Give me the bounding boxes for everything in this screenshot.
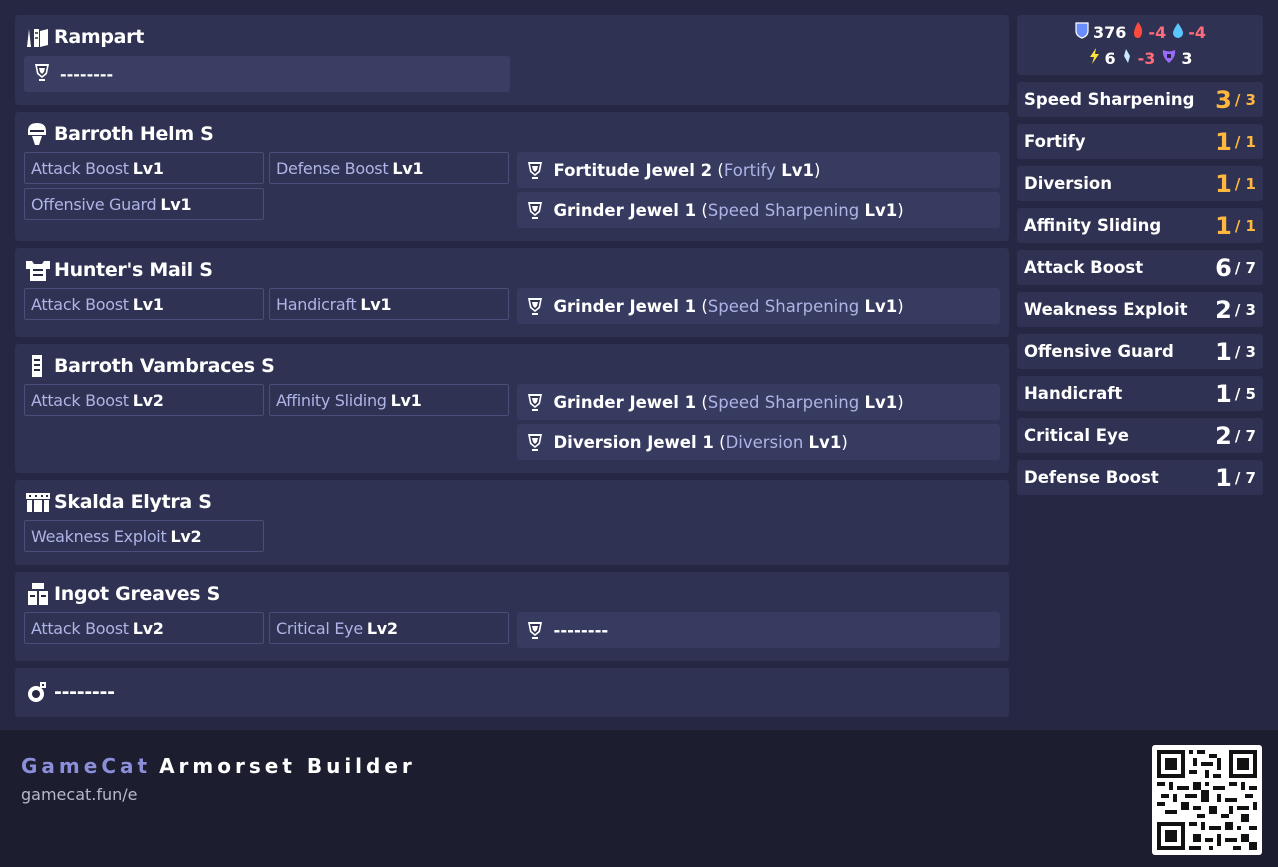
summary-panel: 376 -4 -4 6 -3 3 Speed Sharpening 3/ 3 Fo… — [1017, 15, 1263, 495]
skill-chip: Attack Boost Lv1 — [24, 288, 264, 320]
decoration-slot[interactable]: Grinder Jewel 1 (Speed Sharpening Lv1) — [517, 192, 1000, 228]
equipment-name: Ingot Greaves S — [54, 583, 220, 605]
water-value: -4 — [1188, 22, 1206, 42]
fire-value: -4 — [1148, 22, 1167, 42]
skill-chip: Attack Boost Lv2 — [24, 384, 264, 416]
skill-total-row[interactable]: Fortify 1/ 1 — [1017, 124, 1263, 159]
site-url[interactable]: gamecat.fun/e — [21, 785, 138, 804]
thunder-value: 6 — [1104, 48, 1116, 68]
decoration-slot[interactable]: Fortitude Jewel 2 (Fortify Lv1) — [517, 152, 1000, 188]
skill-total-row[interactable]: Handicraft 1/ 5 — [1017, 376, 1263, 411]
brand-title: GameCat Armorset Builder — [21, 754, 416, 778]
equipment-list: Rampart -------- Barroth Helm S Attack B… — [15, 15, 1009, 724]
empty-slot-label: -------- — [60, 64, 114, 84]
equipment-card-charm[interactable]: -------- — [15, 668, 1009, 717]
charm-icon — [24, 679, 54, 705]
empty-slot-label: -------- — [553, 620, 609, 640]
equipment-card-legs[interactable]: Ingot Greaves S Attack Boost Lv2 Critical… — [15, 572, 1009, 661]
jewel-icon — [523, 158, 547, 182]
fire-icon — [1131, 21, 1145, 43]
skill-chip: Defense Boost Lv1 — [269, 152, 509, 184]
equipment-name: Hunter's Mail S — [54, 259, 213, 281]
jewel-icon — [523, 294, 547, 318]
skill-total-row[interactable]: Affinity Sliding 1/ 1 — [1017, 208, 1263, 243]
equipment-name: -------- — [54, 681, 115, 703]
jewel-icon — [523, 390, 547, 414]
skill-chip: Attack Boost Lv1 — [24, 152, 264, 184]
skill-chip: Attack Boost Lv2 — [24, 612, 264, 644]
skill-totals: Speed Sharpening 3/ 3 Fortify 1/ 1 Diversi… — [1017, 82, 1263, 495]
defense-value: 376 — [1093, 22, 1127, 42]
stats-box: 376 -4 -4 6 -3 3 — [1017, 15, 1263, 75]
weapon-icon — [24, 24, 54, 50]
skill-chip: Offensive Guard Lv1 — [24, 188, 264, 220]
equipment-name: Barroth Helm S — [54, 123, 214, 145]
skill-chip: Critical Eye Lv2 — [269, 612, 509, 644]
skill-total-row[interactable]: Diversion 1/ 1 — [1017, 166, 1263, 201]
decoration-slot[interactable]: Grinder Jewel 1 (Speed Sharpening Lv1) — [517, 288, 1000, 324]
skill-chip: Weakness Exploit Lv2 — [24, 520, 264, 552]
equipment-card-chest[interactable]: Hunter's Mail S Attack Boost Lv1 Handicra… — [15, 248, 1009, 337]
footer: GameCat Armorset Builder gamecat.fun/e — [0, 730, 1278, 867]
equipment-card-waist[interactable]: Skalda Elytra S Weakness Exploit Lv2 — [15, 480, 1009, 565]
skill-chip: Affinity Sliding Lv1 — [269, 384, 509, 416]
jewel-icon — [523, 618, 547, 642]
decoration-slot[interactable]: -------- — [517, 612, 1000, 648]
arms-icon — [24, 353, 54, 379]
equipment-name: Skalda Elytra S — [54, 491, 212, 513]
qr-code — [1152, 745, 1262, 855]
jewel-icon — [523, 198, 547, 222]
dragon-value: 3 — [1181, 48, 1193, 68]
helm-icon — [24, 121, 54, 147]
defense-icon — [1074, 21, 1090, 43]
thunder-icon — [1087, 47, 1101, 69]
skill-total-row[interactable]: Speed Sharpening 3/ 3 — [1017, 82, 1263, 117]
jewel-icon — [523, 430, 547, 454]
ice-icon — [1121, 47, 1135, 69]
equipment-card-weapon[interactable]: Rampart -------- — [15, 15, 1009, 105]
waist-icon — [24, 489, 54, 515]
equipment-name: Rampart — [54, 26, 145, 48]
chest-icon — [24, 257, 54, 283]
weapon-deco-slot[interactable]: -------- — [24, 56, 510, 92]
skill-total-row[interactable]: Critical Eye 2/ 7 — [1017, 418, 1263, 453]
decoration-slot[interactable]: Diversion Jewel 1 (Diversion Lv1) — [517, 424, 1000, 460]
skill-total-row[interactable]: Attack Boost 6/ 7 — [1017, 250, 1263, 285]
skill-total-row[interactable]: Weakness Exploit 2/ 3 — [1017, 292, 1263, 327]
equipment-card-arms[interactable]: Barroth Vambraces S Attack Boost Lv2 Affi… — [15, 344, 1009, 473]
legs-icon — [24, 581, 54, 607]
ice-value: -3 — [1137, 48, 1156, 68]
equipment-card-head[interactable]: Barroth Helm S Attack Boost Lv1 Defense B… — [15, 112, 1009, 241]
skill-total-row[interactable]: Offensive Guard 1/ 3 — [1017, 334, 1263, 369]
jewel-icon — [30, 60, 54, 88]
water-icon — [1171, 21, 1185, 43]
skill-total-row[interactable]: Defense Boost 1/ 7 — [1017, 460, 1263, 495]
decoration-slot[interactable]: Grinder Jewel 1 (Speed Sharpening Lv1) — [517, 384, 1000, 420]
dragon-icon — [1160, 47, 1178, 69]
skill-chip: Handicraft Lv1 — [269, 288, 509, 320]
equipment-name: Barroth Vambraces S — [54, 355, 275, 377]
